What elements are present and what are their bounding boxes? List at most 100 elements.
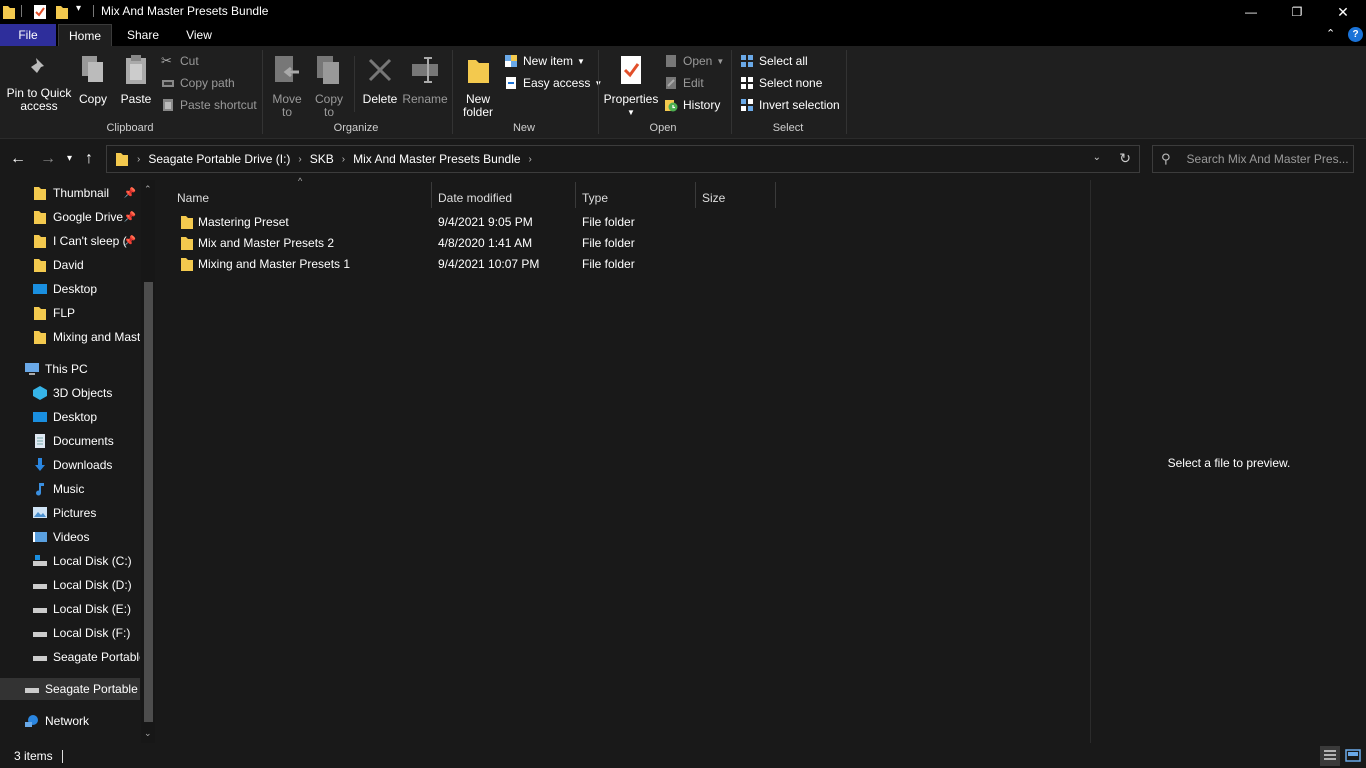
open-button[interactable]: Open ▼ — [664, 52, 724, 70]
edit-button[interactable]: Edit — [664, 74, 704, 92]
nav-music[interactable]: Music — [0, 478, 140, 500]
folder-icon — [34, 259, 46, 272]
properties-icon[interactable] — [33, 4, 47, 20]
maximize-button[interactable]: ❐ — [1274, 0, 1320, 24]
quick-access-item-thumbnail[interactable]: Thumbnail 📌 — [0, 182, 140, 204]
scrollbar-thumb[interactable] — [144, 282, 153, 722]
move-to-button[interactable]: Move to — [268, 50, 306, 119]
new-folder-icon[interactable] — [55, 4, 69, 20]
history-button[interactable]: History — [664, 96, 720, 114]
nav-pictures[interactable]: Pictures — [0, 502, 140, 524]
column-divider[interactable] — [431, 182, 432, 208]
nav-seagate-portable[interactable]: Seagate Portable — [0, 646, 140, 668]
folder-icon — [3, 6, 15, 19]
breadcrumb-chevron-icon: › — [528, 153, 532, 165]
column-header-type[interactable]: Type — [582, 186, 608, 210]
tab-view[interactable]: View — [172, 24, 226, 46]
nav-desktop[interactable]: Desktop — [0, 406, 140, 428]
large-icons-view-icon[interactable] — [1343, 746, 1363, 766]
help-icon[interactable]: ? — [1348, 27, 1363, 42]
minimize-button[interactable]: — — [1228, 0, 1274, 24]
customize-qa-chevron-icon[interactable]: ▾ — [76, 3, 81, 14]
column-header-size[interactable]: Size — [702, 186, 725, 210]
collapse-ribbon-icon[interactable]: ⌃ — [1326, 27, 1335, 40]
table-row[interactable]: Mix and Master Presets 2 4/8/2020 1:41 A… — [174, 233, 774, 254]
up-arrow-icon[interactable]: ↑ — [85, 150, 93, 168]
column-header-name[interactable]: Name — [177, 186, 209, 210]
table-row[interactable]: Mastering Preset 9/4/2021 9:05 PM File f… — [174, 212, 774, 233]
recent-locations-chevron-icon[interactable]: ▾ — [67, 153, 72, 164]
nav-network[interactable]: Network — [0, 710, 140, 732]
quick-access-item-mixing-and-mast[interactable]: Mixing and Mast — [0, 326, 140, 348]
new-folder-button[interactable]: New folder — [458, 50, 498, 119]
search-box[interactable]: ⚲ Search Mix And Master Pres... — [1152, 145, 1354, 173]
tab-file[interactable]: File — [0, 24, 56, 46]
forward-arrow-icon[interactable]: → — [40, 150, 56, 168]
copy-button[interactable]: Copy — [76, 50, 110, 106]
tab-share[interactable]: Share — [114, 24, 172, 46]
quick-access-item-david[interactable]: David — [0, 254, 140, 276]
column-header-date-modified[interactable]: Date modified — [438, 186, 512, 210]
tab-home[interactable]: Home — [58, 24, 112, 46]
invert-selection-label: Invert selection — [759, 98, 840, 112]
pictures-icon — [33, 507, 47, 518]
scroll-down-arrow-icon[interactable]: ⌄ — [144, 728, 152, 739]
edit-icon — [666, 77, 676, 89]
rename-button[interactable]: Rename — [402, 50, 448, 106]
new-item-icon — [505, 55, 517, 67]
select-all-button[interactable]: Select all — [740, 52, 808, 70]
column-divider[interactable] — [775, 182, 776, 208]
table-row[interactable]: Mixing and Master Presets 1 9/4/2021 10:… — [174, 254, 774, 275]
nav-this-pc[interactable]: This PC — [0, 358, 140, 380]
nav-local-disk-e[interactable]: Local Disk (E:) — [0, 598, 140, 620]
quick-access-item-desktop[interactable]: Desktop — [0, 278, 140, 300]
nav-label: FLP — [53, 306, 76, 320]
column-divider[interactable] — [695, 182, 696, 208]
refresh-icon[interactable]: ↻ — [1119, 150, 1131, 167]
ribbon-separator — [846, 50, 847, 134]
details-view-icon[interactable] — [1320, 746, 1340, 766]
delete-button[interactable]: Delete — [360, 50, 400, 106]
nav-label: Google Drive — [53, 210, 124, 224]
item-count: 3 items — [14, 749, 53, 763]
breadcrumb-skb[interactable]: SKB — [310, 152, 334, 166]
nav-scrollbar[interactable]: ⌃ ⌄ — [141, 180, 155, 743]
address-bar[interactable]: › Seagate Portable Drive (I:) › SKB › Mi… — [106, 145, 1140, 173]
pin-to-quick-access-button[interactable]: Pin to Quick access — [4, 50, 74, 113]
nav-local-disk-d[interactable]: Local Disk (D:) — [0, 574, 140, 596]
new-item-button[interactable]: New item ▼ — [504, 52, 585, 70]
close-button[interactable]: ✕ — [1320, 0, 1366, 24]
nav-documents[interactable]: Documents — [0, 430, 140, 452]
paste-button[interactable]: Paste — [118, 50, 154, 106]
drive-icon — [25, 688, 39, 693]
select-none-button[interactable]: Select none — [740, 74, 822, 92]
quick-access-item-flp[interactable]: FLP — [0, 302, 140, 324]
nav-3d-objects[interactable]: 3D Objects — [0, 382, 140, 404]
breadcrumb-drive[interactable]: Seagate Portable Drive (I:) — [148, 152, 290, 166]
copy-path-button[interactable]: Copy path — [161, 74, 235, 92]
quick-access-item-google-drive[interactable]: Google Drive 📌 — [0, 206, 140, 228]
nav-local-disk-f[interactable]: Local Disk (F:) — [0, 622, 140, 644]
breadcrumb-current-folder[interactable]: Mix And Master Presets Bundle — [353, 152, 520, 166]
paste-shortcut-button[interactable]: Paste shortcut — [161, 96, 257, 114]
cut-button[interactable]: ✂ Cut — [161, 52, 199, 70]
invert-selection-button[interactable]: Invert selection — [740, 96, 840, 114]
back-arrow-icon[interactable]: ← — [10, 150, 26, 168]
copy-to-button[interactable]: Copy to — [310, 50, 348, 119]
nav-seagate-portable-drive-selected[interactable]: Seagate Portable D — [0, 678, 140, 700]
nav-videos[interactable]: Videos — [0, 526, 140, 548]
move-label-line2: to — [281, 105, 292, 119]
address-dropdown-chevron-icon[interactable]: ⌄ — [1093, 152, 1101, 163]
nav-local-disk-c[interactable]: Local Disk (C:) — [0, 550, 140, 572]
quick-access-item-i-cant-sleep[interactable]: I Can't sleep ( 📌 — [0, 230, 140, 252]
ribbon-separator — [354, 56, 355, 112]
properties-button[interactable]: Properties ▼ — [603, 50, 659, 119]
scroll-up-arrow-icon[interactable]: ⌃ — [144, 184, 152, 195]
nav-downloads[interactable]: Downloads — [0, 454, 140, 476]
column-divider[interactable] — [575, 182, 576, 208]
nav-label: Desktop — [53, 410, 98, 424]
paste-label: Paste — [120, 92, 152, 106]
window-title: Mix And Master Presets Bundle — [101, 4, 269, 18]
easy-access-button[interactable]: Easy access ▼ — [504, 74, 602, 92]
select-none-label: Select none — [759, 76, 823, 90]
